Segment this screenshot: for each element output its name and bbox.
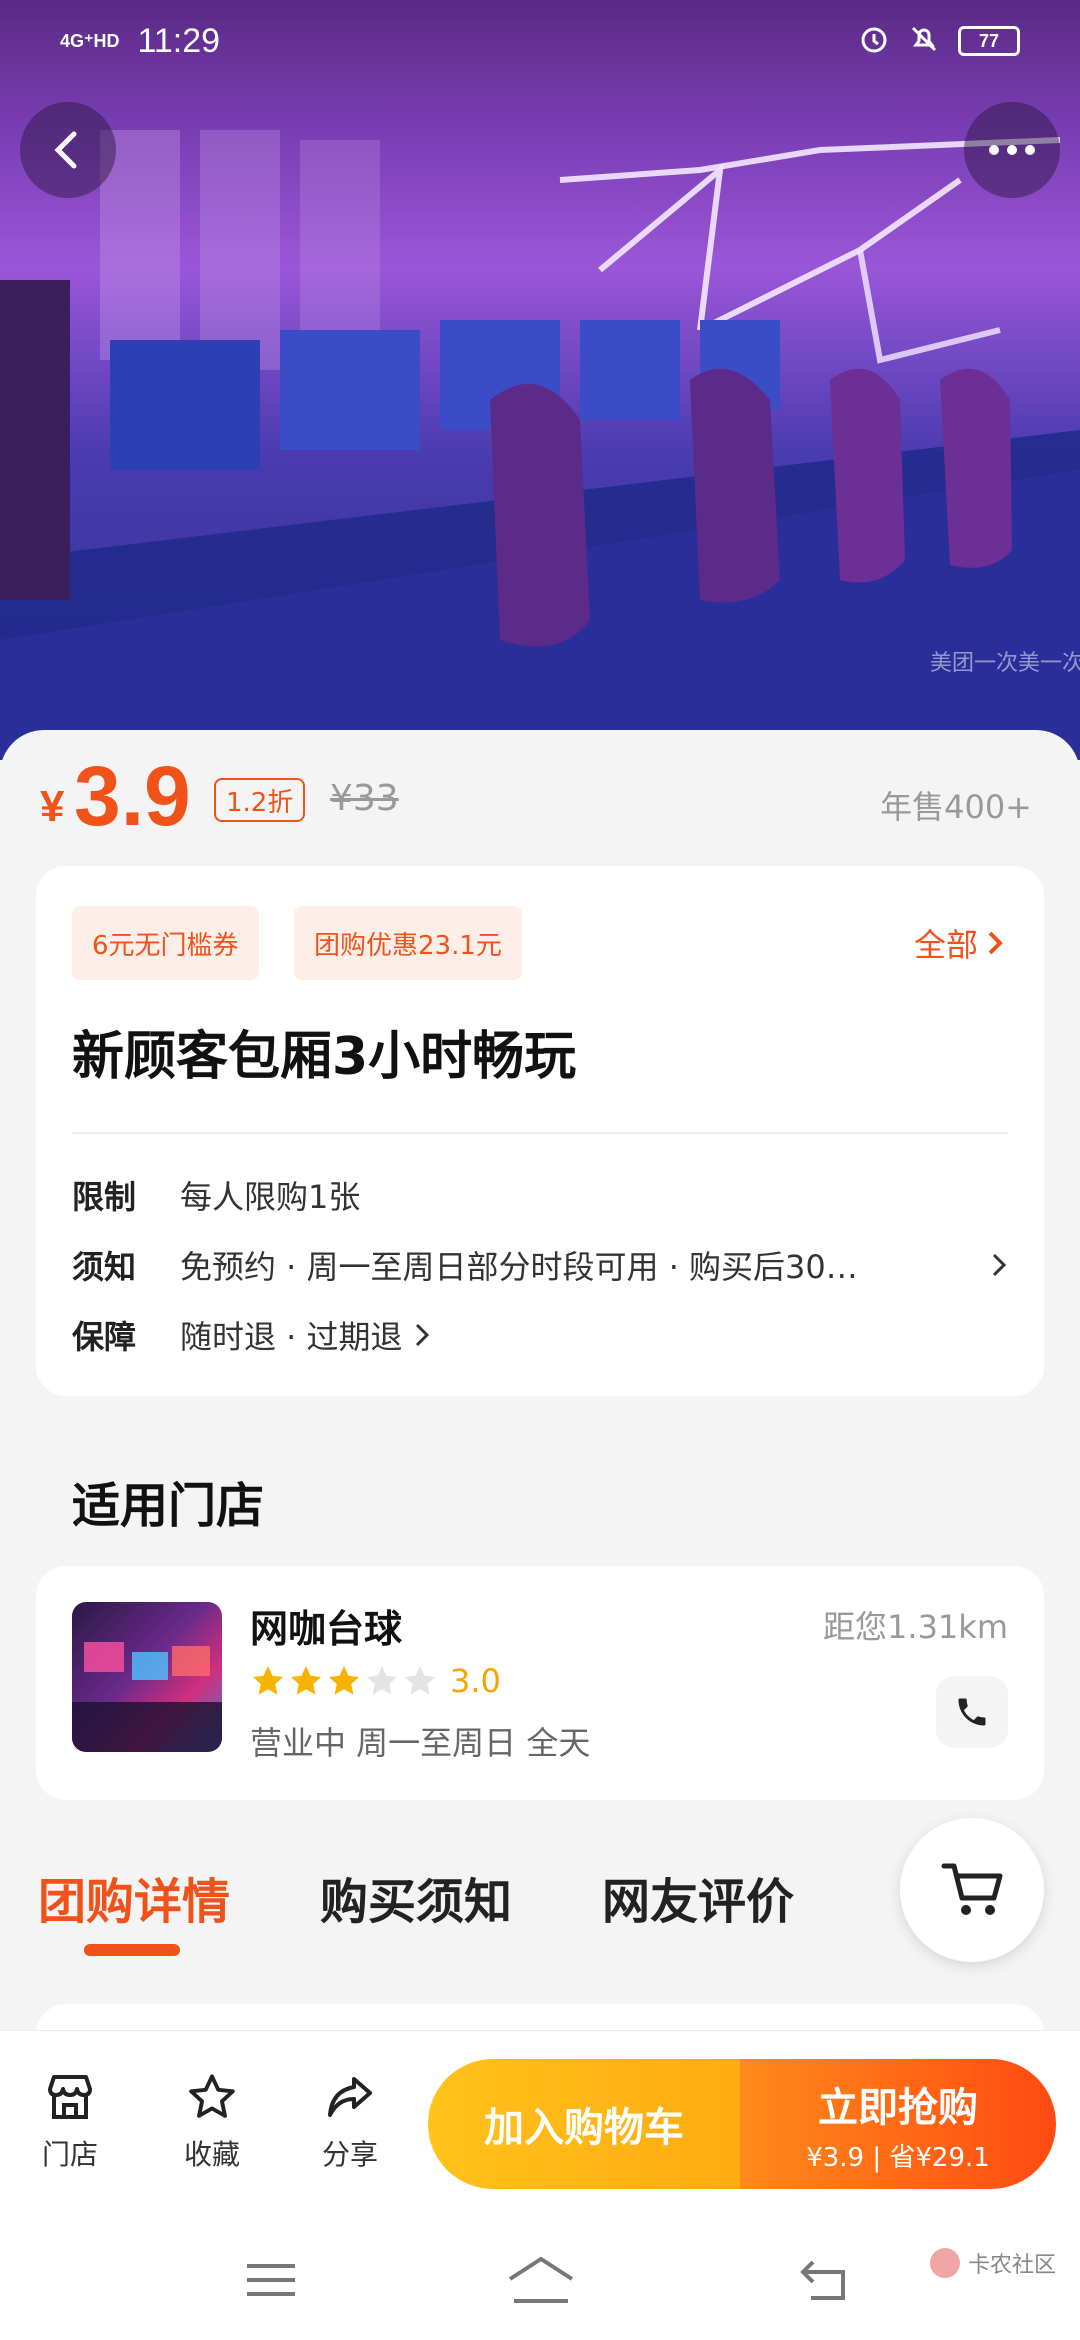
active-tab-indicator — [84, 1944, 180, 1956]
cart-float-button[interactable] — [900, 1818, 1044, 1962]
back-button[interactable] — [20, 102, 116, 198]
rating-value: 3.0 — [450, 1662, 501, 1700]
hero-image: 美团一次美一次 — [0, 0, 1080, 760]
info-key: 保障 — [72, 1318, 137, 1356]
status-time: 11:29 — [137, 21, 221, 60]
product-card: 6元无门槛券 团购优惠23.1元 全部 新顾客包厢3小时畅玩 限制 每人限购1张… — [36, 866, 1044, 1396]
store-hours: 营业中 周一至周日 全天 — [250, 1724, 591, 1762]
info-value: 每人限购1张 — [180, 1178, 361, 1216]
section-title-stores: 适用门店 — [72, 1478, 265, 1534]
tab-reviews[interactable]: 网友评价 — [602, 1862, 794, 1932]
share-icon — [328, 2077, 372, 2117]
watermark-text: 卡农社区 — [967, 2253, 1056, 2278]
coupons-all-link[interactable]: 全部 — [914, 920, 1004, 966]
mute-icon — [908, 23, 940, 60]
favorite-label: 收藏 — [183, 2138, 240, 2171]
coupons-all-label: 全部 — [913, 926, 978, 964]
tab-purchase-notice[interactable]: 购买须知 — [320, 1862, 512, 1932]
menu-icon — [247, 2264, 295, 2296]
info-value: 免预约 · 周一至周日部分时段可用 · 购买后30… — [180, 1248, 858, 1286]
favorite-button[interactable]: 收藏 — [162, 2071, 262, 2173]
purchase-button-group: 加入购物车 立即抢购 ¥3.9 | 省¥29.1 — [428, 2059, 1056, 2189]
star-empty-icon — [367, 1666, 397, 1695]
cart-icon — [941, 1863, 1003, 1915]
phone-icon — [958, 1698, 986, 1726]
info-row-guarantee[interactable]: 保障 随时退 · 过期退 — [72, 1312, 1008, 1358]
coupon-tag[interactable]: 6元无门槛券 — [72, 906, 259, 980]
add-to-cart-button[interactable]: 加入购物车 — [428, 2059, 740, 2189]
watermark-logo: 卡农社区 — [928, 2246, 1056, 2280]
star-filled-icon — [329, 1666, 359, 1695]
price-currency: ¥ — [40, 782, 65, 831]
back-arrow-icon — [54, 131, 77, 169]
discount-badge: 1.2折 — [214, 778, 306, 822]
product-title: 新顾客包厢3小时畅玩 — [72, 1027, 577, 1087]
buy-now-label: 立即抢购 — [818, 2084, 978, 2131]
svg-text:美团一次美一次: 美团一次美一次 — [930, 651, 1080, 676]
star-empty-icon — [405, 1666, 435, 1695]
info-key: 限制 — [72, 1178, 137, 1216]
info-row-limit: 限制 每人限购1张 — [72, 1172, 1008, 1218]
price-row: ¥ 3.9 1.2折 ¥33 年售400+ — [40, 748, 1040, 843]
store-rating: 3.0 — [250, 1662, 501, 1700]
star-filled-icon — [253, 1666, 283, 1695]
share-button[interactable]: 分享 — [300, 2071, 400, 2173]
chevron-right-icon — [988, 931, 1003, 955]
share-label: 分享 — [321, 2138, 378, 2171]
home-nav-button[interactable] — [506, 2250, 576, 2310]
home-icon — [508, 2256, 574, 2303]
tab-group-details[interactable]: 团购详情 — [38, 1862, 230, 1932]
back-nav-icon — [800, 2260, 845, 2300]
star-outline-icon — [189, 2074, 235, 2118]
current-price: 3.9 — [74, 749, 191, 843]
battery-indicator: 77 — [958, 26, 1020, 56]
buy-now-price: ¥3.9 | 省¥29.1 — [806, 2142, 990, 2173]
store-card[interactable]: 网咖台球 距您1.31km 3.0 营业中 周一至周日 全天 — [36, 1566, 1044, 1800]
store-button[interactable]: 门店 — [20, 2071, 120, 2173]
back-nav-button[interactable] — [790, 2250, 860, 2310]
chevron-right-icon — [415, 1323, 429, 1347]
star-filled-icon — [291, 1666, 321, 1695]
annual-sales: 年售400+ — [880, 788, 1032, 826]
original-price: ¥33 — [330, 778, 399, 819]
buy-now-button[interactable]: 立即抢购 ¥3.9 | 省¥29.1 — [740, 2059, 1056, 2189]
system-nav-bar: 卡农社区 — [0, 2210, 1080, 2340]
alarm-icon — [858, 23, 890, 60]
store-icon — [48, 2075, 92, 2119]
more-button[interactable] — [964, 102, 1060, 198]
signal-indicator: 4G⁺HD — [60, 31, 120, 51]
call-button[interactable] — [936, 1676, 1008, 1748]
info-key: 须知 — [72, 1248, 137, 1286]
store-distance: 距您1.31km — [823, 1608, 1008, 1646]
menu-nav-button[interactable] — [236, 2250, 306, 2310]
info-value: 随时退 · 过期退 — [180, 1318, 403, 1356]
watermark-icon — [929, 2248, 960, 2278]
store-name: 网咖台球 — [250, 1607, 403, 1651]
more-dots-icon — [989, 145, 1035, 155]
chevron-right-icon — [992, 1253, 1007, 1277]
coupon-tag[interactable]: 团购优惠23.1元 — [294, 906, 522, 980]
bottom-action-bar: 门店 收藏 分享 加入购物车 立即抢购 ¥3.9 | 省¥29.1 — [0, 2030, 1080, 2210]
store-label: 门店 — [41, 2138, 98, 2171]
info-row-notice[interactable]: 须知 免预约 · 周一至周日部分时段可用 · 购买后30… — [72, 1242, 1008, 1288]
store-thumbnail — [72, 1602, 222, 1752]
divider — [72, 1132, 1008, 1134]
status-bar: 4G⁺HD 11:29 77 — [0, 0, 1080, 82]
